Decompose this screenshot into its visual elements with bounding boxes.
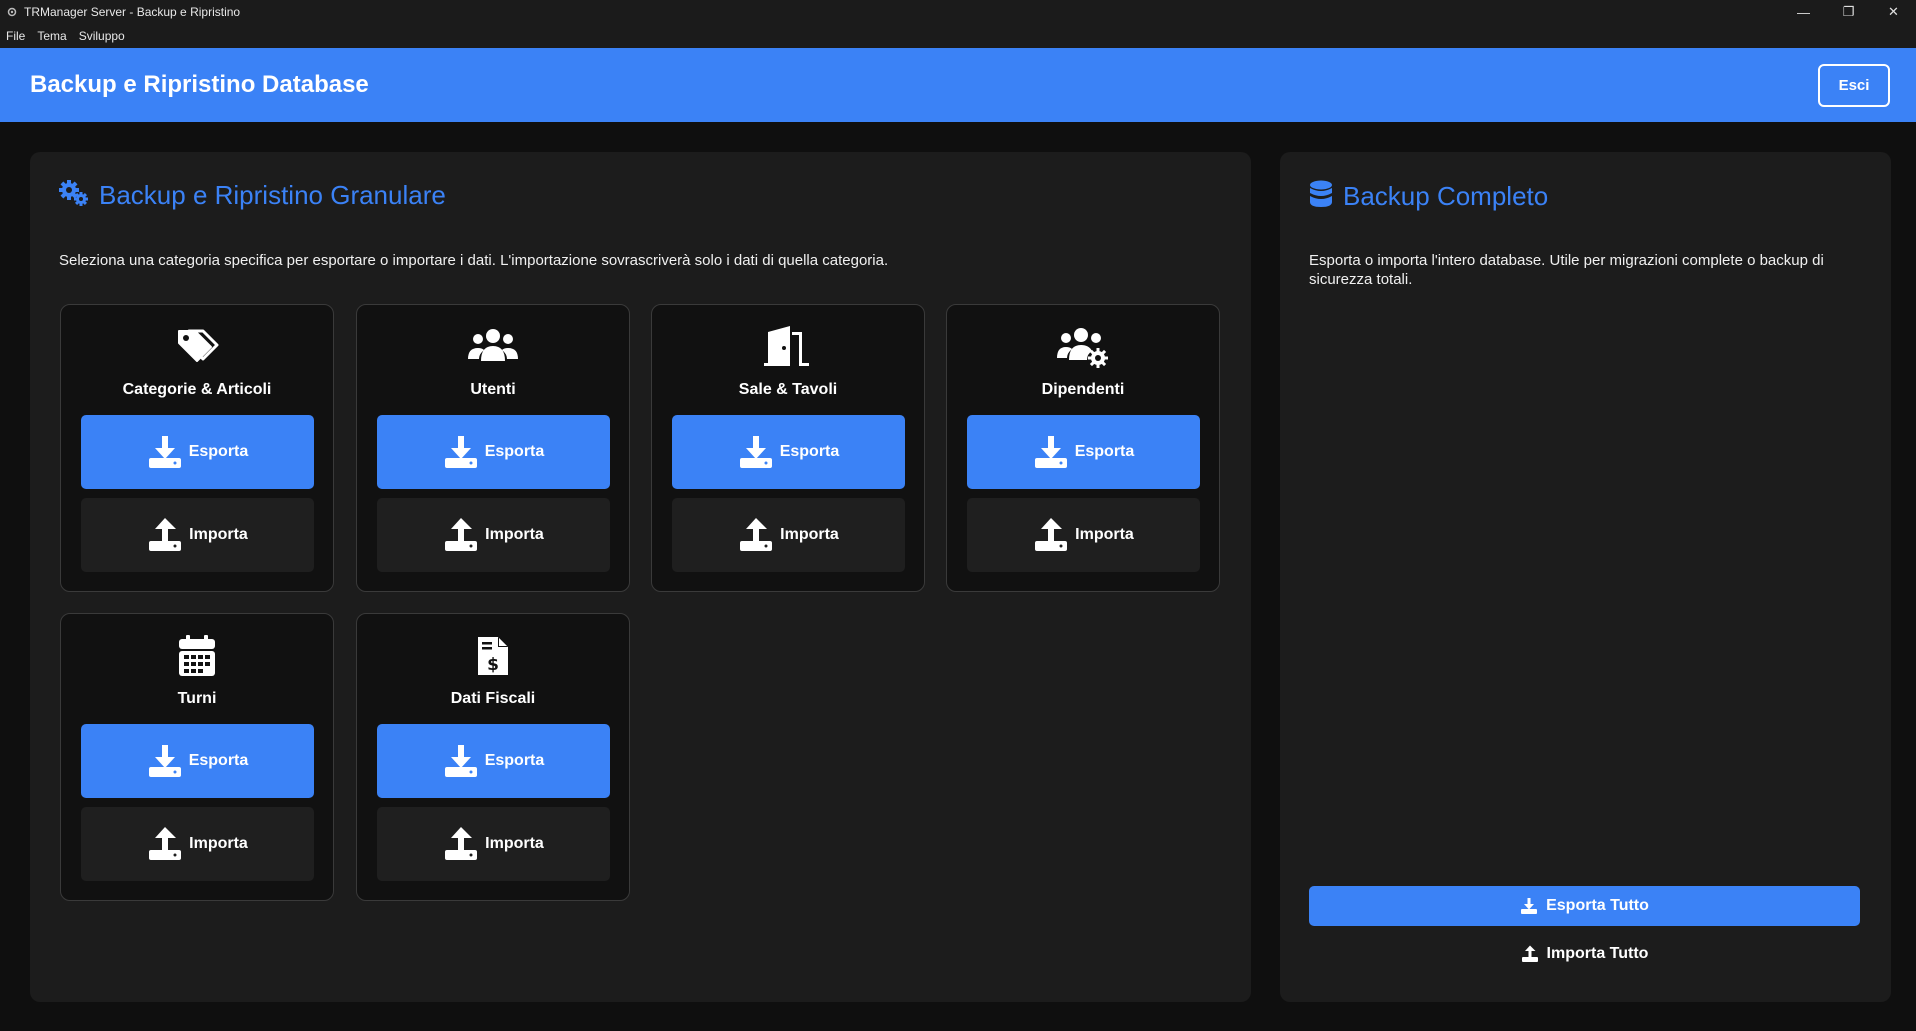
database-icon	[1309, 180, 1333, 213]
granular-backup-panel: Backup e Ripristino Granulare Seleziona …	[30, 152, 1251, 1002]
tags-icon	[61, 325, 333, 369]
import-button[interactable]: Importa	[81, 498, 314, 572]
export-button[interactable]: Esporta	[81, 415, 314, 489]
export-button[interactable]: Esporta	[377, 724, 610, 798]
import-button[interactable]: Importa	[377, 807, 610, 881]
granular-title: Backup e Ripristino Granulare	[99, 180, 446, 210]
upload-icon	[443, 826, 479, 862]
category-card-sale-tavoli: Sale & Tavoli Esporta Importa	[651, 304, 925, 592]
page-header: Backup e Ripristino Database Esci	[0, 48, 1916, 122]
category-label: Categorie & Articoli	[122, 381, 272, 398]
import-all-label: Importa Tutto	[1546, 945, 1649, 962]
category-card-dati-fiscali: $ Dati Fiscali Esporta Importa	[356, 613, 630, 901]
import-label: Importa	[189, 526, 248, 543]
export-label: Esporta	[484, 752, 545, 769]
window-titlebar: TRManager Server - Backup e Ripristino —…	[0, 0, 1916, 24]
granular-description: Seleziona una categoria specifica per es…	[59, 252, 889, 269]
category-label: Dati Fiscali	[450, 690, 536, 707]
download-icon	[738, 434, 774, 470]
close-window-button[interactable]: ✕	[1871, 0, 1916, 24]
import-button[interactable]: Importa	[377, 498, 610, 572]
full-backup-panel: Backup Completo Esporta o importa l'inte…	[1280, 152, 1891, 1002]
calendar-icon	[61, 634, 333, 678]
svg-text:$: $	[487, 655, 499, 675]
export-label: Esporta	[779, 443, 840, 460]
upload-icon	[738, 517, 774, 553]
import-button[interactable]: Importa	[967, 498, 1200, 572]
export-label: Esporta	[1074, 443, 1135, 460]
maximize-button[interactable]: ❐	[1826, 0, 1871, 24]
download-icon	[443, 743, 479, 779]
upload-icon	[147, 517, 183, 553]
import-label: Importa	[189, 835, 248, 852]
category-label: Turni	[177, 690, 217, 707]
category-card-turni: Turni Esporta Importa	[60, 613, 334, 901]
export-button[interactable]: Esporta	[377, 415, 610, 489]
users-icon	[357, 325, 629, 369]
category-card-utenti: Utenti Esporta Importa	[356, 304, 630, 592]
menu-sviluppo[interactable]: Sviluppo	[79, 29, 125, 43]
download-icon	[147, 743, 183, 779]
app-gear-icon	[6, 6, 18, 18]
upload-icon	[1033, 517, 1069, 553]
gears-icon	[59, 180, 89, 211]
window-title: TRManager Server - Backup e Ripristino	[24, 5, 241, 19]
upload-icon	[1521, 945, 1539, 963]
download-icon	[443, 434, 479, 470]
export-all-label: Esporta Tutto	[1546, 897, 1649, 914]
category-label: Sale & Tavoli	[738, 381, 838, 398]
menu-bar: File Tema Sviluppo	[0, 24, 1916, 48]
invoice-dollar-icon: $	[357, 634, 629, 678]
export-button[interactable]: Esporta	[967, 415, 1200, 489]
category-label: Dipendenti	[1041, 381, 1125, 398]
import-all-button[interactable]: Importa Tutto	[1309, 934, 1860, 974]
upload-icon	[147, 826, 183, 862]
door-icon	[652, 325, 924, 369]
download-icon	[147, 434, 183, 470]
import-label: Importa	[485, 835, 544, 852]
page-title: Backup e Ripristino Database	[30, 71, 369, 98]
import-label: Importa	[1075, 526, 1134, 543]
import-button[interactable]: Importa	[81, 807, 314, 881]
full-backup-title: Backup Completo	[1343, 181, 1549, 211]
export-button[interactable]: Esporta	[81, 724, 314, 798]
exit-button[interactable]: Esci	[1818, 64, 1890, 107]
download-icon	[1520, 897, 1538, 915]
export-label: Esporta	[188, 443, 249, 460]
full-backup-description: Esporta o importa l'intero database. Uti…	[1309, 252, 1824, 288]
category-card-dipendenti: Dipendenti Esporta Importa	[946, 304, 1220, 592]
import-label: Importa	[485, 526, 544, 543]
export-label: Esporta	[484, 443, 545, 460]
import-label: Importa	[780, 526, 839, 543]
category-card-categorie-articoli: Categorie & Articoli Esporta Importa	[60, 304, 334, 592]
export-all-button[interactable]: Esporta Tutto	[1309, 886, 1860, 926]
export-button[interactable]: Esporta	[672, 415, 905, 489]
minimize-button[interactable]: —	[1781, 0, 1826, 24]
users-gear-icon	[947, 325, 1219, 369]
category-label: Utenti	[470, 381, 516, 398]
download-icon	[1033, 434, 1069, 470]
upload-icon	[443, 517, 479, 553]
menu-tema[interactable]: Tema	[37, 29, 66, 43]
import-button[interactable]: Importa	[672, 498, 905, 572]
menu-file[interactable]: File	[6, 29, 25, 43]
export-label: Esporta	[188, 752, 249, 769]
